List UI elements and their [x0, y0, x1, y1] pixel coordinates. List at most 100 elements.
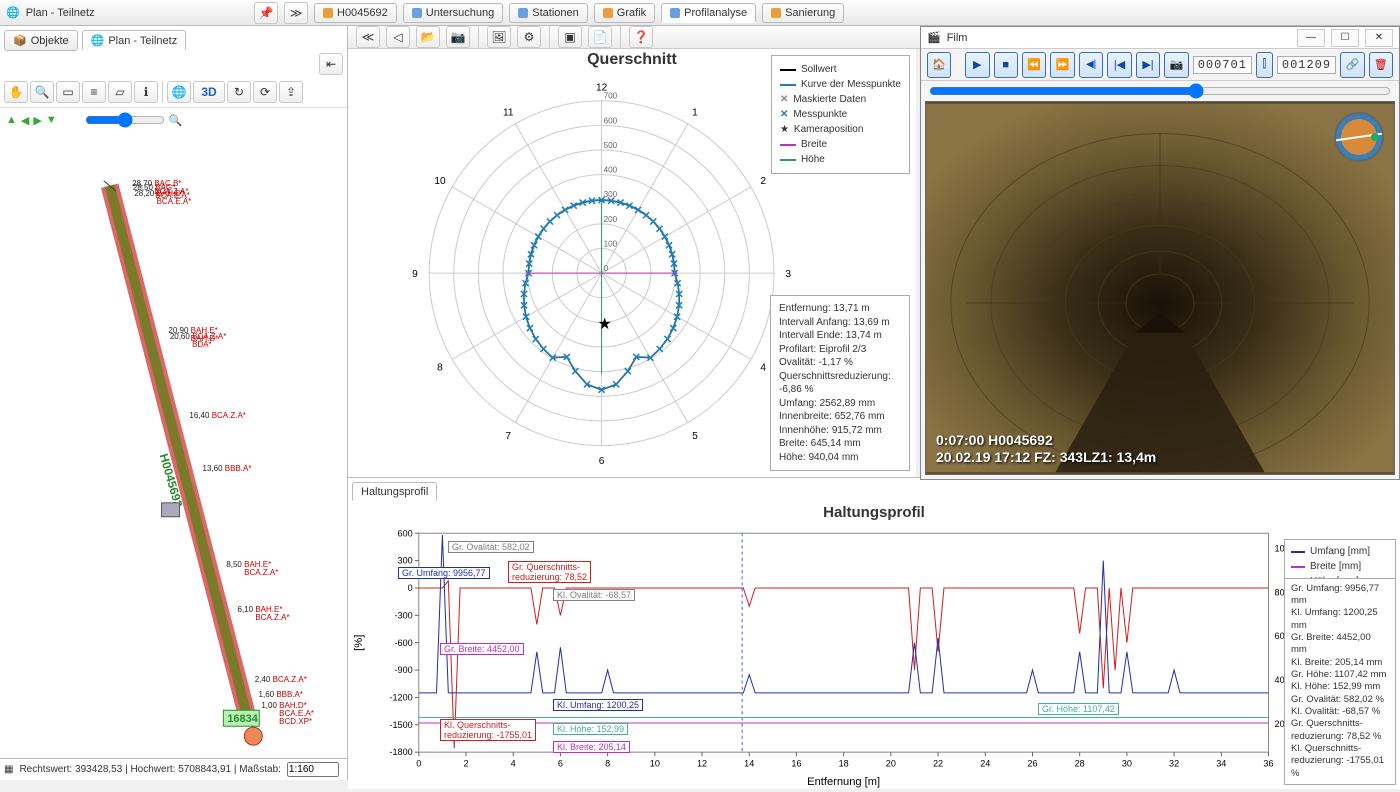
callout-label: Kl. Höhe: 152,99 [553, 723, 628, 735]
svg-text:300: 300 [604, 190, 618, 199]
scale-input[interactable] [287, 762, 339, 777]
rotate-button[interactable]: ↻ [227, 81, 251, 103]
goto-button[interactable]: ⫿ [1256, 52, 1273, 78]
map-annotation: 16,40 BCA.Z.A* [189, 412, 246, 420]
callout-label: Kl. Breite: 205,14 [553, 741, 630, 753]
header-title: Plan - Teilnetz [26, 7, 95, 19]
layer-button[interactable]: ≡ [82, 81, 106, 103]
info-button[interactable]: ℹ [134, 81, 158, 103]
svg-text:22: 22 [933, 758, 943, 768]
tab-sanierung[interactable]: Sanierung [762, 3, 844, 23]
svg-text:5: 5 [692, 431, 698, 442]
prev-button[interactable]: ◁ [386, 26, 410, 48]
more-button[interactable]: ≫ [284, 2, 308, 24]
svg-text:6: 6 [599, 456, 605, 467]
arrow-down-icon[interactable]: ▼ [46, 114, 57, 126]
fastfwd-button[interactable]: ⏩ [1050, 52, 1074, 78]
svg-text:-300: -300 [395, 610, 413, 620]
play-button[interactable]: ▶ [965, 52, 989, 78]
sidebar-tab-plan[interactable]: 🌐Plan - Teilnetz [82, 30, 187, 51]
profile-chart: 6003000-300-600-900-1200-1500-1800100008… [348, 523, 1400, 789]
svg-text:2: 2 [463, 758, 468, 768]
close-button[interactable]: ✕ [1365, 29, 1393, 47]
callout-label: Gr. Querschnitts-reduzierung: 78,52 [508, 561, 591, 583]
next-frame-button[interactable]: ▶| [1136, 52, 1160, 78]
svg-text:-1500: -1500 [389, 720, 412, 730]
box-button[interactable]: ▣ [558, 26, 582, 48]
camera-button[interactable]: 📷 [446, 26, 470, 48]
link-button[interactable]: 🔗 [1340, 52, 1364, 78]
polygon-button[interactable]: ▱ [108, 81, 132, 103]
stop-button[interactable]: ■ [994, 52, 1018, 78]
svg-text:0: 0 [408, 583, 413, 593]
arrow-right-icon[interactable]: ▶ [33, 114, 41, 127]
delete-button[interactable]: 🗑 [1369, 52, 1393, 78]
callout-label: Gr. Breite: 4452,00 [440, 643, 524, 655]
arrow-up-icon[interactable]: ▲ [6, 114, 17, 126]
film-position-slider[interactable] [929, 83, 1391, 99]
svg-text:34: 34 [1216, 758, 1226, 768]
tab-stationen[interactable]: Stationen [509, 3, 587, 23]
svg-text:100: 100 [604, 239, 618, 248]
svg-text:30: 30 [1122, 758, 1132, 768]
arrow-left-icon[interactable]: ◀ [21, 114, 29, 127]
map-annotation: 1,60 BBB.A* [259, 691, 304, 699]
globe-icon: 🌐 [6, 6, 20, 19]
maximize-button[interactable]: ☐ [1331, 29, 1359, 47]
img-button[interactable]: 🖼 [487, 26, 511, 48]
svg-text:16: 16 [791, 758, 801, 768]
hand-button[interactable]: ✋ [4, 81, 28, 103]
settings-button[interactable]: ⚙ [517, 26, 541, 48]
globe-button[interactable]: 🌐 [167, 81, 191, 103]
tab-haltungsprofil[interactable]: Haltungsprofil [352, 482, 437, 502]
home-button[interactable]: 🏠 [927, 52, 951, 78]
callout-label: Kl. Umfang: 1200,25 [553, 699, 643, 711]
collapse-button[interactable]: ⇤ [319, 53, 343, 75]
svg-text:0: 0 [604, 264, 609, 273]
refresh-button[interactable]: ⟳ [253, 81, 277, 103]
3D-button[interactable]: 3D [193, 81, 225, 103]
first-button[interactable]: ≪ [356, 26, 380, 48]
zoom-button[interactable]: 🔍 [30, 81, 54, 103]
svg-text:4: 4 [511, 758, 516, 768]
tab-profilanalyse[interactable]: Profilanalyse [661, 3, 756, 23]
grid-icon[interactable]: ▦ [4, 764, 13, 775]
minimize-button[interactable]: — [1297, 29, 1325, 47]
svg-text:2: 2 [760, 176, 766, 187]
counter-1: 000701 [1193, 56, 1252, 74]
doc-button[interactable]: 📄 [588, 26, 612, 48]
video-overlay: 0:07:00 H0045692 20.02.19 17:12 FZ: 343L… [936, 432, 1156, 466]
rewind-button[interactable]: ⏪ [1022, 52, 1046, 78]
callout-label: Kl. Ovalität: -68,57 [553, 589, 635, 601]
tab-h0045692[interactable]: H0045692 [314, 3, 397, 23]
status-coords: Rechtswert: 393428,53 | Hochwert: 570884… [19, 764, 280, 775]
callout-label: Gr. Höhe: 1107,42 [1038, 703, 1119, 715]
prev-frame-button[interactable]: |◀ [1107, 52, 1131, 78]
help-button[interactable]: ❓ [629, 26, 653, 48]
svg-text:0: 0 [416, 758, 421, 768]
tab-untersuchung[interactable]: Untersuchung [403, 3, 504, 23]
snapshot-button[interactable]: 📷 [1164, 52, 1188, 78]
svg-text:1: 1 [692, 108, 698, 119]
zoom-slider[interactable] [85, 112, 165, 128]
open-button[interactable]: 📂 [416, 26, 440, 48]
step-back-button[interactable]: ◀| [1079, 52, 1103, 78]
map-canvas[interactable]: H0045692 16834 28,70 BAC.B*28,70 BCA.Z.A… [0, 132, 347, 758]
compass-icon [1334, 112, 1384, 162]
svg-text:20: 20 [886, 758, 896, 768]
export-button[interactable]: ⇪ [279, 81, 303, 103]
callout-label: Gr. Ovalität: 582,02 [448, 541, 534, 553]
pin-button[interactable]: 📌 [254, 2, 278, 24]
zoom-in-icon[interactable]: 🔍 [169, 114, 183, 127]
svg-text:500: 500 [604, 141, 618, 150]
map-annotation: 6,10 BAH.E*6,10 BCA.Z.A* [238, 606, 290, 622]
tab-grafik[interactable]: Grafik [594, 3, 655, 23]
svg-text:Entfernung [m]: Entfernung [m] [807, 776, 880, 788]
svg-text:9: 9 [412, 269, 418, 280]
svg-text:6: 6 [558, 758, 563, 768]
film-icon: 🎬 [927, 31, 941, 44]
sidebar-tab-objekte[interactable]: 📦Objekte [4, 30, 78, 51]
polar-legend: SollwertKurve der Messpunkte✕Maskierte D… [771, 55, 910, 174]
select-button[interactable]: ▭ [56, 81, 80, 103]
polar-info: Entfernung: 13,71 mIntervall Anfang: 13,… [770, 295, 910, 471]
